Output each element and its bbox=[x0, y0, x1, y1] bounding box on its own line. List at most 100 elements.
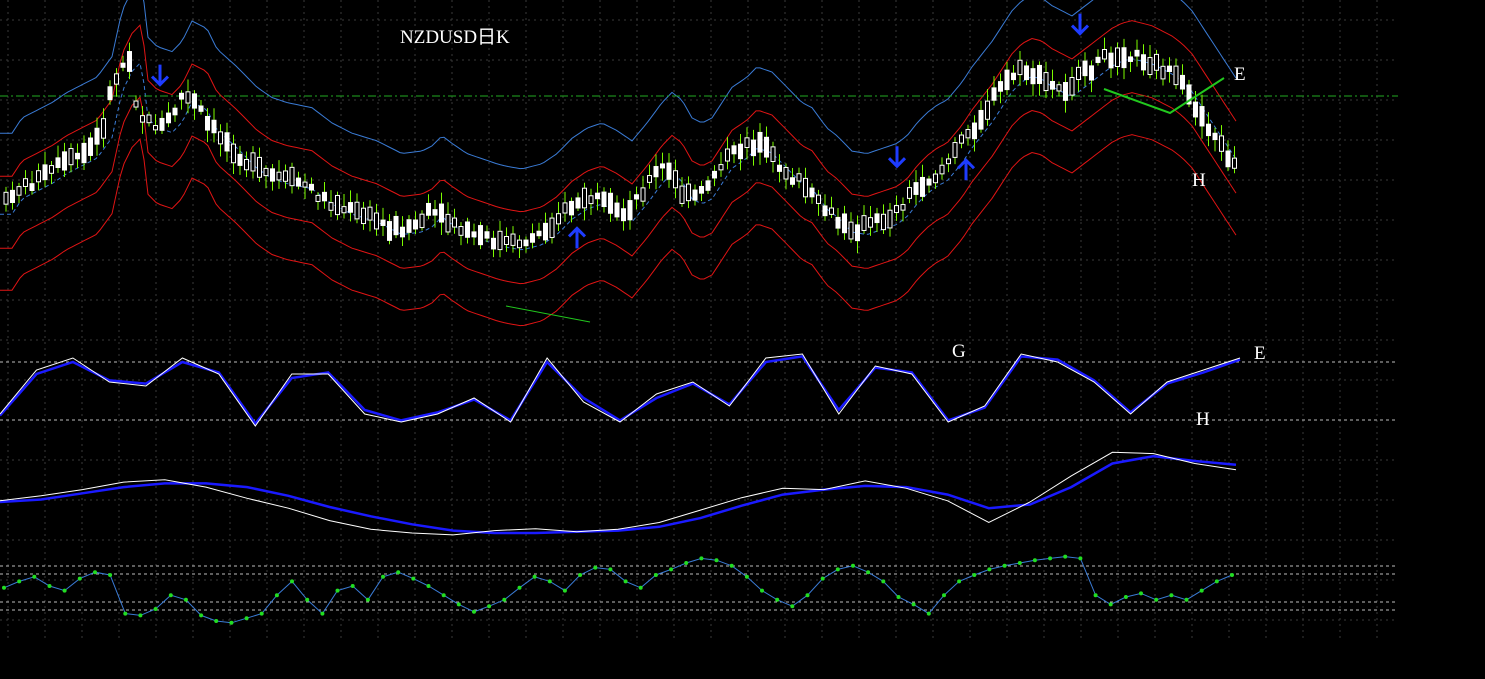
indicator-point bbox=[972, 573, 977, 577]
indicator-point bbox=[1184, 597, 1189, 602]
candle-body bbox=[803, 177, 808, 198]
candle-body bbox=[601, 191, 607, 208]
candle-body bbox=[1160, 65, 1166, 80]
indicator-point bbox=[562, 588, 567, 593]
indicator-point bbox=[502, 597, 507, 602]
candle-body bbox=[868, 217, 873, 228]
indicator-point bbox=[638, 585, 643, 590]
candle-body bbox=[257, 156, 262, 178]
indicator-point bbox=[987, 567, 992, 572]
candle-body bbox=[1128, 56, 1133, 62]
candle-body bbox=[3, 191, 9, 205]
candle-body bbox=[959, 134, 964, 144]
candle-body bbox=[1004, 69, 1010, 91]
candle-body bbox=[952, 142, 958, 158]
candle-body bbox=[835, 216, 841, 229]
candle-body bbox=[881, 213, 886, 231]
candle-body bbox=[413, 219, 418, 230]
candle-body bbox=[679, 185, 685, 204]
candle-body bbox=[627, 200, 633, 221]
candle-body bbox=[146, 114, 152, 124]
indicator-point bbox=[790, 604, 795, 609]
candle-body bbox=[75, 152, 80, 160]
indicator-point bbox=[123, 611, 128, 616]
indicator-point bbox=[487, 604, 492, 609]
candle-body bbox=[224, 132, 230, 152]
indicator-point bbox=[1108, 602, 1113, 607]
candle-body bbox=[926, 178, 932, 186]
indicator-point bbox=[942, 593, 946, 598]
indicator-point bbox=[1032, 558, 1037, 563]
indicator-point bbox=[699, 556, 704, 561]
candle-body bbox=[1115, 47, 1120, 68]
indicator-point bbox=[381, 574, 385, 579]
candle-body bbox=[127, 51, 132, 72]
candle-body bbox=[991, 87, 997, 101]
candle-body bbox=[250, 152, 256, 172]
candle-body bbox=[907, 187, 912, 199]
candle-body bbox=[322, 191, 327, 202]
candle-body bbox=[283, 170, 288, 182]
indicator-point bbox=[517, 585, 522, 590]
candle-body bbox=[81, 142, 87, 164]
candle-body bbox=[777, 164, 782, 172]
candle-body bbox=[894, 205, 899, 214]
candle-body bbox=[523, 239, 529, 247]
indicator-point bbox=[896, 595, 901, 599]
candle-body bbox=[1089, 65, 1094, 81]
candle-body bbox=[231, 143, 236, 164]
candle-body bbox=[166, 112, 171, 124]
candle-body bbox=[809, 187, 815, 198]
indicator-point bbox=[1002, 563, 1007, 568]
candle-body bbox=[1154, 53, 1159, 71]
indicator-point bbox=[1093, 593, 1098, 598]
indicator-point bbox=[153, 607, 158, 611]
candle-body bbox=[348, 202, 353, 213]
candle-body bbox=[1141, 54, 1146, 71]
candle-body bbox=[887, 209, 893, 229]
candle-body bbox=[686, 183, 691, 202]
candle-body bbox=[783, 166, 789, 180]
candle-body bbox=[62, 151, 67, 171]
candle-body bbox=[1212, 132, 1218, 141]
candle-body bbox=[341, 206, 347, 214]
candle-body bbox=[153, 125, 158, 131]
candle-body bbox=[205, 115, 210, 131]
candle-body bbox=[263, 167, 269, 177]
indicator-point bbox=[396, 570, 401, 575]
candle-body bbox=[582, 187, 587, 209]
candle-body bbox=[900, 204, 906, 211]
candle-body bbox=[1043, 72, 1049, 92]
candle-body bbox=[796, 173, 802, 182]
candle-body bbox=[530, 233, 535, 243]
indicator-point bbox=[305, 597, 310, 602]
indicator-point bbox=[911, 602, 916, 607]
indicator-point bbox=[684, 561, 689, 565]
candle-body bbox=[517, 239, 522, 249]
annotation-h-stoch: H bbox=[1196, 409, 1210, 430]
candle-body bbox=[172, 107, 178, 116]
candle-body bbox=[302, 181, 308, 188]
candle-body bbox=[1056, 84, 1062, 92]
candle-body bbox=[289, 166, 295, 187]
candle-body bbox=[211, 119, 217, 134]
candle-body bbox=[400, 226, 405, 238]
candle-body bbox=[939, 164, 945, 175]
candle-body bbox=[296, 177, 301, 187]
candle-body bbox=[1108, 52, 1114, 69]
indicator-point bbox=[805, 593, 810, 598]
indicator-point bbox=[229, 620, 234, 625]
candle-body bbox=[465, 221, 470, 238]
candle-body bbox=[185, 91, 191, 104]
candle-body bbox=[426, 202, 431, 216]
candle-body bbox=[757, 131, 763, 153]
indicator-point bbox=[760, 588, 764, 593]
candle-body bbox=[588, 195, 594, 205]
candle-body bbox=[1011, 72, 1016, 81]
candle-body bbox=[614, 202, 620, 218]
indicator-point bbox=[820, 576, 825, 581]
candle-body bbox=[179, 92, 184, 100]
indicator-point bbox=[578, 573, 583, 577]
candle-body bbox=[751, 139, 756, 157]
candle-body bbox=[972, 122, 977, 140]
